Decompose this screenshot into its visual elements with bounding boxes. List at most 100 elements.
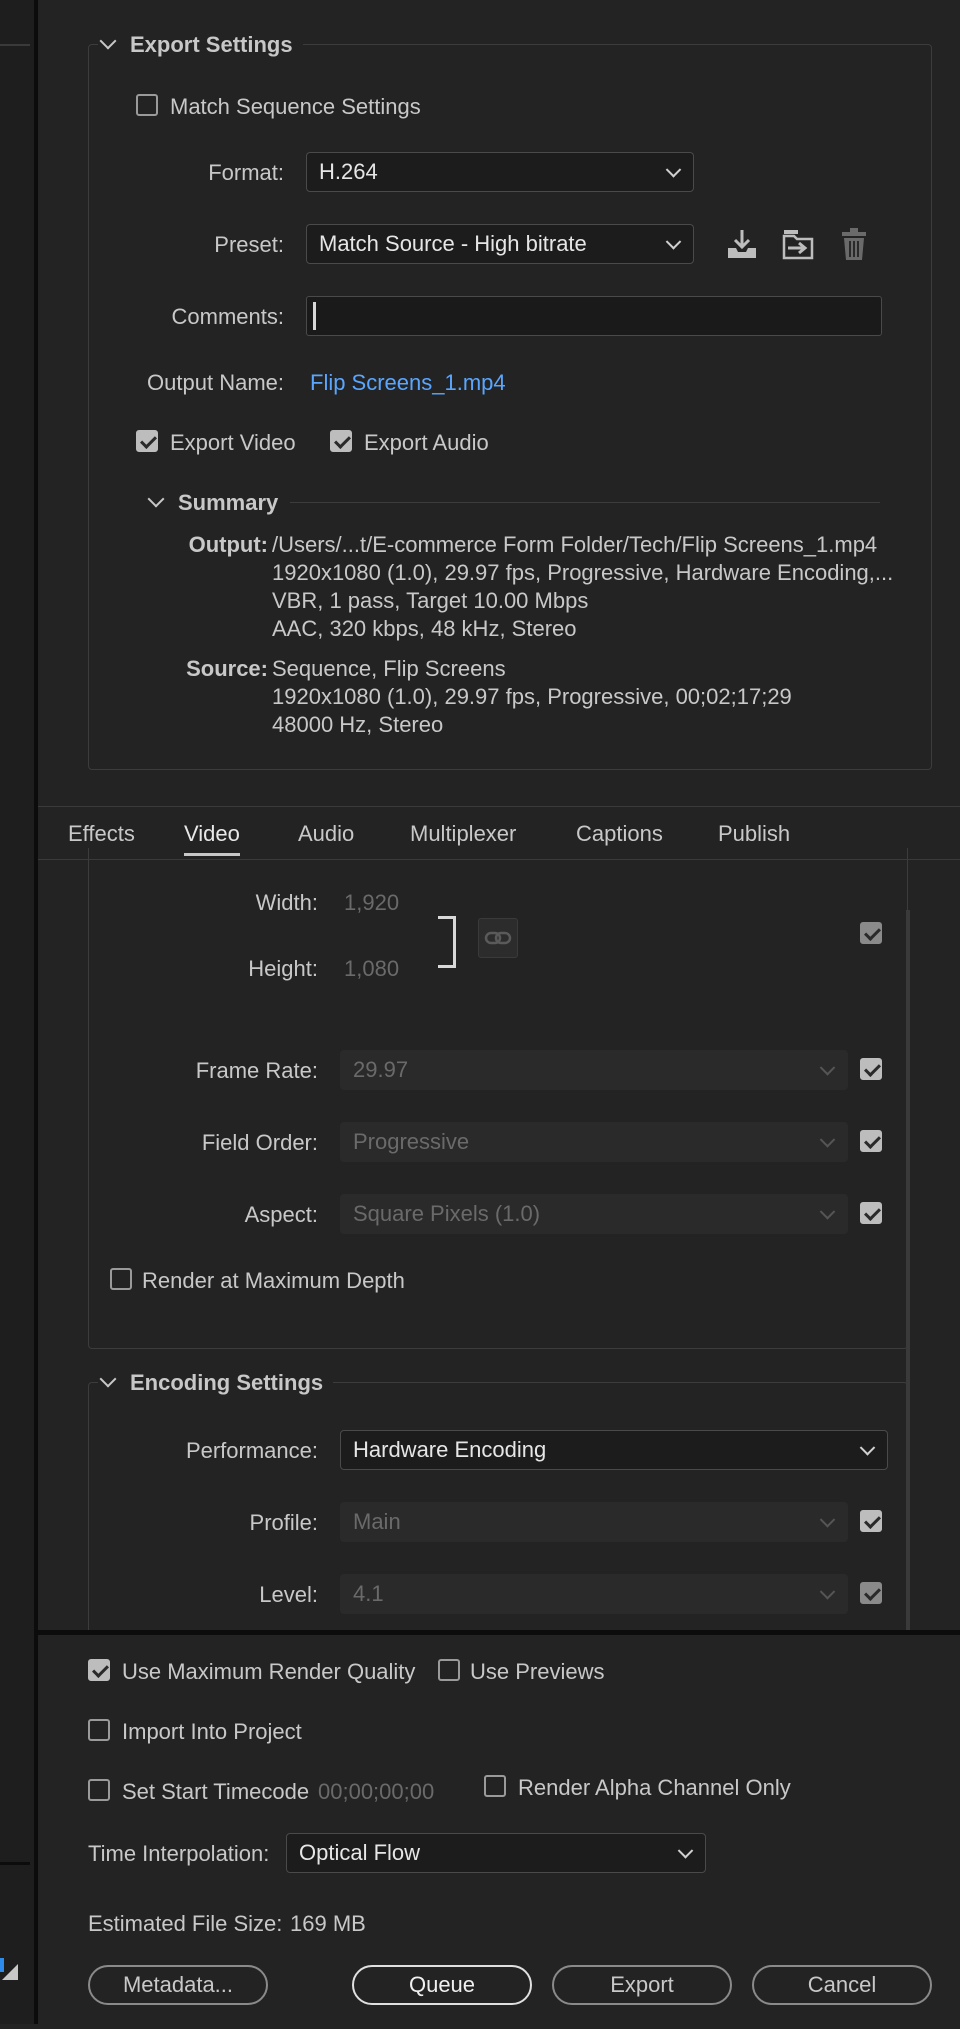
height-value[interactable]: 1,080 xyxy=(344,956,399,982)
chevron-down-icon xyxy=(99,32,117,50)
summary-output-line: /Users/...t/E-commerce Form Folder/Tech/… xyxy=(272,532,878,557)
level-select[interactable]: 4.1 xyxy=(340,1574,848,1614)
time-interpolation-value: Optical Flow xyxy=(299,1840,421,1865)
estimated-file-size-label: Estimated File Size: xyxy=(88,1911,283,1936)
comments-label: Comments: xyxy=(171,304,284,329)
left-panel-strip xyxy=(0,0,38,2024)
constrain-proportions-button[interactable] xyxy=(478,918,518,958)
format-value: H.264 xyxy=(319,159,378,184)
resize-corner-icon[interactable] xyxy=(2,1964,18,1980)
tab-captions[interactable]: Captions xyxy=(576,821,663,847)
performance-select[interactable]: Hardware Encoding xyxy=(340,1430,888,1470)
encoding-settings-header[interactable]: Encoding Settings xyxy=(98,1370,334,1396)
field-order-match-checkbox[interactable] xyxy=(860,1130,882,1152)
divider xyxy=(0,1862,30,1865)
chevron-down-icon xyxy=(819,1204,836,1220)
manage-presets-icon[interactable] xyxy=(780,226,816,262)
preset-value: Match Source - High bitrate xyxy=(319,231,587,256)
chevron-down-icon xyxy=(859,1440,876,1456)
field-order-select[interactable]: Progressive xyxy=(340,1122,848,1162)
time-interpolation-select[interactable]: Optical Flow xyxy=(286,1833,706,1873)
link-bracket xyxy=(438,916,456,968)
match-sequence-checkbox[interactable] xyxy=(136,94,158,116)
export-settings-title: Export Settings xyxy=(130,32,293,57)
chevron-down-icon xyxy=(819,1060,836,1076)
frame-rate-match-checkbox[interactable] xyxy=(860,1058,882,1080)
video-panel-scrollbar[interactable] xyxy=(906,910,910,1630)
summary-title: Summary xyxy=(178,490,279,515)
profile-select[interactable]: Main xyxy=(340,1502,848,1542)
preset-label: Preset: xyxy=(214,232,284,257)
summary-source-line: 48000 Hz, Stereo xyxy=(272,712,444,737)
text-caret xyxy=(313,302,316,330)
export-video-checkbox[interactable] xyxy=(136,430,158,452)
frame-rate-label: Frame Rate: xyxy=(195,1058,318,1083)
width-label: Width: xyxy=(255,890,318,915)
field-order-value: Progressive xyxy=(353,1129,470,1154)
chevron-down-icon xyxy=(819,1132,836,1148)
export-audio-checkbox[interactable] xyxy=(330,430,352,452)
queue-button[interactable]: Queue xyxy=(352,1965,532,2005)
resolution-match-source-checkbox[interactable] xyxy=(860,922,882,944)
height-label: Height: xyxy=(248,956,318,981)
aspect-label: Aspect: xyxy=(244,1202,318,1227)
summary-source-label: Source: xyxy=(186,656,268,681)
aspect-match-checkbox[interactable] xyxy=(860,1202,882,1224)
frame-rate-select[interactable]: 29.97 xyxy=(340,1050,848,1090)
render-alpha-only-label: Render Alpha Channel Only xyxy=(518,1775,791,1800)
comments-input[interactable] xyxy=(306,296,882,336)
performance-label: Performance: xyxy=(185,1438,318,1463)
aspect-select[interactable]: Square Pixels (1.0) xyxy=(340,1194,848,1234)
summary-source-line: Sequence, Flip Screens xyxy=(272,656,506,681)
level-label: Level: xyxy=(259,1582,318,1607)
tab-publish[interactable]: Publish xyxy=(718,821,790,847)
level-match-checkbox[interactable] xyxy=(860,1582,882,1604)
chevron-down-icon xyxy=(147,490,165,508)
use-previews-checkbox[interactable] xyxy=(438,1659,460,1681)
delete-preset-icon[interactable] xyxy=(836,226,872,262)
tab-audio[interactable]: Audio xyxy=(298,821,354,847)
tab-video[interactable]: Video xyxy=(184,821,240,856)
export-footer: Use Maximum Render Quality Use Previews … xyxy=(38,1630,960,2029)
import-preset-icon[interactable] xyxy=(724,226,760,262)
render-max-depth-label: Render at Maximum Depth xyxy=(142,1268,405,1293)
profile-match-checkbox[interactable] xyxy=(860,1510,882,1532)
import-into-project-label: Import Into Project xyxy=(122,1719,302,1744)
render-alpha-only-checkbox[interactable] xyxy=(484,1775,506,1797)
encoding-settings-title: Encoding Settings xyxy=(130,1370,324,1395)
match-sequence-label: Match Sequence Settings xyxy=(170,94,421,119)
performance-value: Hardware Encoding xyxy=(353,1437,547,1462)
export-video-label: Export Video xyxy=(170,430,296,455)
preset-select[interactable]: Match Source - High bitrate xyxy=(306,224,694,264)
time-interpolation-label: Time Interpolation: xyxy=(88,1841,270,1866)
aspect-value: Square Pixels (1.0) xyxy=(353,1201,541,1226)
divider xyxy=(290,502,880,503)
render-max-depth-checkbox[interactable] xyxy=(110,1268,132,1290)
use-max-render-quality-checkbox[interactable] xyxy=(88,1659,110,1681)
tab-effects[interactable]: Effects xyxy=(68,821,135,847)
set-start-timecode-checkbox[interactable] xyxy=(88,1779,110,1801)
video-tab-content: Width: 1,920 Height: 1,080 Frame Rate: 2… xyxy=(38,848,960,1644)
export-audio-label: Export Audio xyxy=(364,430,489,455)
cancel-button[interactable]: Cancel xyxy=(752,1965,932,2005)
export-button[interactable]: Export xyxy=(552,1965,732,2005)
chevron-down-icon xyxy=(819,1512,836,1528)
use-previews-label: Use Previews xyxy=(470,1659,605,1684)
summary-source-line: 1920x1080 (1.0), 29.97 fps, Progressive,… xyxy=(272,684,792,709)
chevron-down-icon xyxy=(99,1370,117,1388)
chain-link-icon xyxy=(484,931,512,945)
width-value[interactable]: 1,920 xyxy=(344,890,399,916)
use-max-render-quality-label: Use Maximum Render Quality xyxy=(122,1659,416,1684)
import-into-project-checkbox[interactable] xyxy=(88,1719,110,1741)
metadata-button[interactable]: Metadata... xyxy=(88,1965,268,2005)
summary-toggle[interactable]: Summary xyxy=(146,490,289,516)
level-value: 4.1 xyxy=(353,1581,384,1606)
divider xyxy=(0,44,30,46)
format-select[interactable]: H.264 xyxy=(306,152,694,192)
output-name-link[interactable]: Flip Screens_1.mp4 xyxy=(310,370,506,396)
start-timecode-value[interactable]: 00;00;00;00 xyxy=(318,1779,434,1805)
chevron-down-icon xyxy=(665,234,682,250)
summary-output-line: 1920x1080 (1.0), 29.97 fps, Progressive,… xyxy=(272,560,894,585)
export-settings-header[interactable]: Export Settings xyxy=(98,32,303,58)
tab-multiplexer[interactable]: Multiplexer xyxy=(410,821,516,847)
